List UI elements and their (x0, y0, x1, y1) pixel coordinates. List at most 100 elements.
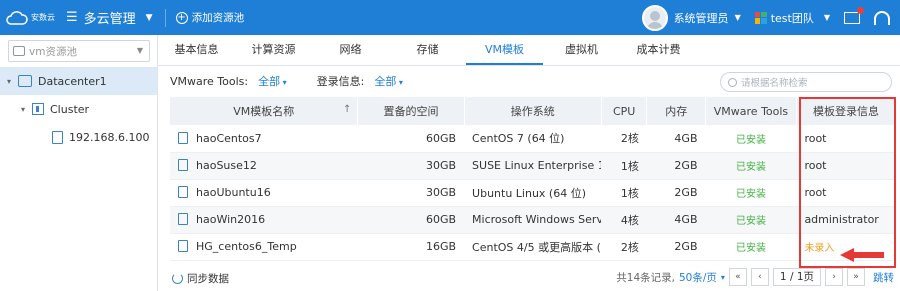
top-bar: 安数云 ☰ 多云管理 ▼ + 添加资源池 系统管理员 ▼ test团队 ▼ (0, 0, 900, 35)
vm-template-table: VM模板名称 ↑ 置备的空间 操作系统 CPU 内存 VMware Tools 模… (170, 97, 897, 261)
cluster-icon (32, 103, 44, 115)
template-name[interactable]: haoSuse12 (196, 159, 257, 172)
col-header-space[interactable]: 置备的空间 (357, 97, 465, 125)
template-os: CentOS 7 (64 位) (464, 125, 602, 153)
template-cpu: 1核 (601, 179, 647, 207)
team-switcher[interactable]: test团队 ▼ (754, 10, 830, 26)
avatar[interactable] (641, 4, 668, 31)
sync-button[interactable]: 同步数据 (172, 271, 229, 286)
page-size-select[interactable]: 50条/页 (679, 270, 717, 285)
vm-template-icon (178, 213, 188, 225)
table-header-row: VM模板名称 ↑ 置备的空间 操作系统 CPU 内存 VMware Tools 模… (170, 97, 897, 125)
col-header-os[interactable]: 操作系统 (464, 97, 602, 125)
template-cpu: 4核 (601, 206, 647, 234)
chevron-down-icon[interactable]: ▼ (735, 13, 741, 22)
template-memory: 2GB (646, 179, 706, 207)
tab-network[interactable]: 网络 (312, 35, 389, 65)
template-tools-status: 已安装 (705, 206, 797, 234)
template-tools-status: 已安装 (705, 233, 797, 261)
tree-item-datacenter[interactable]: ▾ Datacenter1 (0, 67, 157, 95)
add-pool-button[interactable]: + 添加资源池 (175, 10, 244, 25)
template-memory: 4GB (646, 206, 706, 234)
collapse-icon[interactable]: ▾ (4, 77, 14, 86)
last-page-button[interactable]: » (847, 268, 865, 286)
page-indicator[interactable]: 1 / 1页 (772, 268, 821, 286)
template-name[interactable]: haoWin2016 (196, 213, 265, 226)
logo[interactable]: 安数云 (0, 0, 58, 35)
template-os: Ubuntu Linux (64 位) (464, 179, 602, 207)
template-cpu: 1核 (601, 152, 647, 180)
search-icon (728, 77, 737, 87)
tab-storage[interactable]: 存储 (389, 35, 466, 65)
template-os: SUSE Linux Enterprise 12... (464, 152, 602, 180)
next-page-button[interactable]: › (825, 268, 843, 286)
vm-template-icon (178, 131, 188, 144)
template-cpu: 2核 (601, 125, 647, 153)
jump-button[interactable]: 跳转 (873, 270, 894, 285)
search-input[interactable]: 请根据名称检索 (720, 72, 892, 92)
resource-tree-panel: vm资源池 ▼ ▾ Datacenter1 ▾ Cluster 192.168.… (0, 35, 158, 291)
template-memory: 2GB (646, 233, 706, 261)
template-login: root (796, 152, 896, 180)
tab-basic-info[interactable]: 基本信息 (158, 35, 235, 65)
template-tools-status: 已安装 (705, 179, 797, 207)
product-title: 多云管理 (83, 12, 136, 27)
tab-virtual-machines[interactable]: 虚拟机 (543, 35, 620, 65)
tools-filter-label: VMware Tools: (170, 74, 249, 88)
login-filter-label: 登录信息: (316, 75, 365, 88)
first-page-button[interactable]: « (728, 268, 747, 286)
vm-template-icon (178, 159, 188, 171)
col-header-cpu[interactable]: CPU (601, 97, 648, 125)
tab-cost-billing[interactable]: 成本计费 (620, 35, 697, 65)
template-space: 60GB (357, 125, 465, 153)
prev-page-button[interactable]: ‹ (750, 268, 769, 286)
template-memory: 4GB (646, 125, 706, 153)
chevron-down-icon: ▼ (145, 12, 153, 23)
team-name: test团队 (770, 11, 814, 25)
filter-bar: VMware Tools: 全部 登录信息: 全部 请根据名称检索 (158, 66, 900, 96)
table-row[interactable]: haoSuse12 30GB SUSE Linux Enterprise 12.… (170, 152, 896, 180)
table-footer: 同步数据 共14条记录, 50条/页 ▾ « ‹ 1 / 1页 › » 跳转 (158, 265, 900, 291)
col-header-vmware-tools[interactable]: VMware Tools (705, 97, 797, 125)
search-placeholder: 请根据名称检索 (741, 78, 808, 89)
vm-template-icon (178, 240, 188, 252)
pool-icon (13, 46, 25, 56)
user-name[interactable]: 系统管理员 (674, 10, 729, 26)
tree-item-host[interactable]: 192.168.6.100 (0, 123, 157, 151)
chevron-down-icon: ▼ (136, 46, 143, 55)
product-menu[interactable]: ☰ 多云管理 ▼ (58, 8, 153, 27)
template-os: Microsoft Windows Serv... (464, 206, 602, 234)
chevron-down-icon[interactable]: ▾ (721, 273, 725, 282)
template-os: CentOS 4/5 或更高版本 (... (464, 233, 602, 261)
col-header-memory[interactable]: 内存 (646, 97, 706, 125)
template-space: 30GB (357, 179, 465, 207)
sync-label: 同步数据 (187, 272, 229, 285)
template-name[interactable]: haoCentos7 (196, 132, 262, 145)
table-row[interactable]: haoUbuntu16 30GB Ubuntu Linux (64 位) 1核 … (170, 179, 896, 207)
support-icon[interactable] (874, 10, 890, 25)
template-name[interactable]: HG_centos6_Temp (196, 240, 297, 253)
table-row[interactable]: HG_centos6_Temp 16GB CentOS 4/5 或更高版本 (.… (170, 233, 896, 261)
tools-filter-dropdown[interactable]: 全部 (258, 73, 287, 89)
tab-vm-templates[interactable]: VM模板 (466, 35, 543, 65)
tab-compute[interactable]: 计算资源 (235, 35, 312, 65)
tree-item-cluster[interactable]: ▾ Cluster (0, 95, 157, 123)
menu-icon[interactable]: ☰ (66, 10, 78, 25)
collapse-icon[interactable]: ▾ (18, 105, 28, 114)
chevron-down-icon: ▼ (823, 13, 830, 22)
table-row[interactable]: haoWin2016 60GB Microsoft Windows Serv..… (170, 206, 896, 234)
message-icon[interactable] (844, 6, 864, 24)
table-row[interactable]: haoCentos7 60GB CentOS 7 (64 位) 2核 4GB 已… (170, 125, 896, 153)
template-space: 60GB (357, 206, 465, 234)
col-header-name[interactable]: VM模板名称 ↑ (170, 97, 359, 125)
divider (164, 8, 166, 27)
col-header-login-info[interactable]: 模板登录信息 (796, 97, 897, 125)
pool-select[interactable]: vm资源池 ▼ (8, 40, 150, 62)
vm-template-icon (178, 186, 188, 198)
refresh-icon (172, 272, 183, 284)
template-tools-status: 已安装 (705, 152, 797, 180)
login-filter-dropdown[interactable]: 全部 (374, 73, 403, 89)
template-tools-status: 已安装 (705, 125, 797, 153)
template-name[interactable]: haoUbuntu16 (196, 186, 271, 199)
sort-arrow-icon[interactable]: ↑ (343, 104, 351, 115)
